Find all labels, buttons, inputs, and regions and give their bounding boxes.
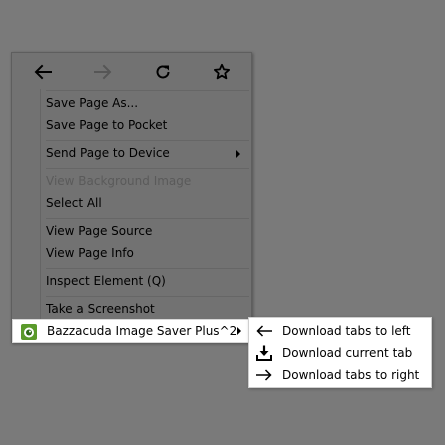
separator bbox=[46, 90, 249, 91]
extension-menu-label: Bazzacuda Image Saver Plus^2 bbox=[47, 324, 238, 338]
reload-button[interactable] bbox=[149, 59, 177, 85]
navigation-row bbox=[12, 53, 251, 89]
download-tabs-right-item[interactable]: Download tabs to right bbox=[249, 364, 431, 386]
separator bbox=[46, 268, 249, 269]
save-to-pocket-item[interactable]: Save Page to Pocket bbox=[46, 115, 167, 136]
download-tabs-right-label: Download tabs to right bbox=[282, 368, 420, 382]
view-page-info-item[interactable]: View Page Info bbox=[46, 243, 134, 264]
separator bbox=[46, 140, 249, 141]
bazzacuda-extension-icon bbox=[21, 324, 37, 340]
back-button[interactable] bbox=[29, 59, 57, 85]
menu-gutter bbox=[40, 89, 41, 341]
submenu-arrow-icon bbox=[237, 327, 241, 335]
separator bbox=[46, 296, 249, 297]
select-all-item[interactable]: Select All bbox=[46, 193, 102, 214]
download-icon bbox=[256, 345, 272, 361]
extension-submenu: Download tabs to left Download current t… bbox=[248, 317, 432, 388]
extension-menu-item[interactable]: Bazzacuda Image Saver Plus^2 bbox=[12, 319, 251, 343]
forward-button[interactable] bbox=[89, 59, 117, 85]
bookmark-button[interactable] bbox=[208, 59, 236, 85]
star-icon bbox=[214, 63, 230, 80]
send-to-device-item[interactable]: Send Page to Device bbox=[46, 143, 170, 164]
separator bbox=[46, 218, 249, 219]
reload-icon bbox=[156, 65, 170, 79]
download-current-tab-label: Download current tab bbox=[282, 346, 413, 360]
inspect-element-item[interactable]: Inspect Element (Q) bbox=[46, 271, 166, 292]
take-screenshot-item[interactable]: Take a Screenshot bbox=[46, 299, 155, 320]
view-background-image-item: View Background Image bbox=[46, 174, 192, 188]
separator bbox=[46, 168, 249, 169]
forward-arrow-icon bbox=[94, 64, 112, 80]
download-tabs-left-item[interactable]: Download tabs to left bbox=[249, 320, 431, 342]
left-arrow-icon bbox=[256, 325, 272, 337]
save-page-as-item[interactable]: Save Page As... bbox=[46, 93, 138, 114]
view-page-source-item[interactable]: View Page Source bbox=[46, 221, 152, 242]
submenu-arrow-icon bbox=[236, 150, 240, 158]
back-arrow-icon bbox=[34, 64, 52, 80]
download-current-tab-item[interactable]: Download current tab bbox=[249, 342, 431, 364]
download-tabs-left-label: Download tabs to left bbox=[282, 324, 411, 338]
context-menu: Save Page As... Save Page to Pocket Send… bbox=[11, 52, 252, 343]
right-arrow-icon bbox=[256, 369, 272, 381]
